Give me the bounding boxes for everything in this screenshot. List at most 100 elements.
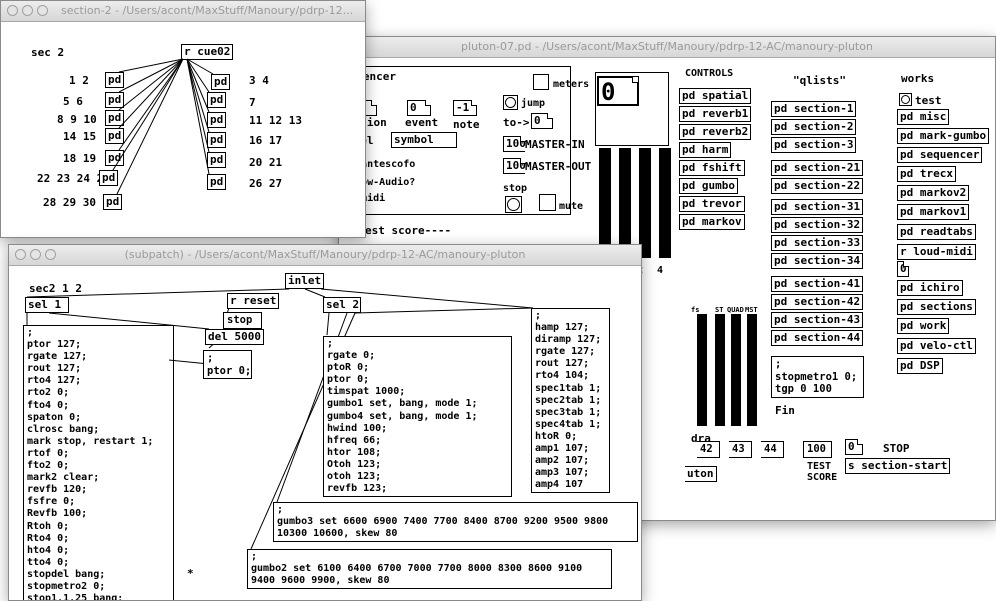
stop-message[interactable]: stop (223, 312, 262, 329)
pd-section-42[interactable]: pd section-42 (771, 294, 864, 310)
test-score-comment: est score---- (365, 224, 452, 237)
pd-work[interactable]: pd work (897, 318, 950, 334)
r-reset-object[interactable]: r reset (227, 293, 280, 309)
pd-ichiro[interactable]: pd ichiro (897, 280, 963, 296)
meters-toggle[interactable] (533, 74, 549, 90)
patch-cords (112, 58, 214, 195)
inlet-object[interactable]: inlet (285, 273, 325, 289)
gumbo2-message[interactable]: ; gumbo2 set 6100 6400 6700 7000 7700 80… (247, 549, 612, 590)
stopmetro-message[interactable]: ; stopmetro1 0; tgp 0 100 (771, 356, 864, 398)
asco-meter-3 (659, 148, 671, 258)
test-bang[interactable] (899, 93, 912, 106)
pd-readtabs[interactable]: pd readtabs (897, 224, 976, 240)
s-section-start[interactable]: s section-start (845, 458, 951, 474)
msg-43[interactable]: 43 (729, 441, 752, 458)
asco-meter-2 (639, 148, 651, 258)
subpatch-window[interactable]: (subpatch) - /Users/acont/MaxStuff/Manou… (8, 244, 642, 601)
stop-comment: STOP (883, 442, 910, 455)
asco-meter-1 (619, 148, 631, 258)
note-label: note (453, 118, 480, 131)
gumbo3-message[interactable]: ; gumbo3 set 6600 6900 7400 7700 8400 87… (273, 502, 638, 543)
sel-1-object[interactable]: sel 1 (25, 297, 69, 313)
ptor-0-message[interactable]: ; ptor 0; (203, 350, 252, 379)
pd-section-21[interactable]: pd section-21 (771, 160, 864, 176)
pd-section-32[interactable]: pd section-32 (771, 217, 864, 233)
pd-gumbo[interactable]: pd gumbo (679, 178, 738, 194)
pd-markov[interactable]: pd markov (679, 214, 745, 230)
msg-44[interactable]: 44 (761, 441, 784, 458)
pd-reverb1[interactable]: pd reverb1 (679, 106, 752, 122)
test-score-label: TEST SCORE (807, 461, 838, 483)
out-meter-3 (731, 314, 741, 426)
stop-number[interactable]: 0 (845, 439, 863, 455)
section-message-box[interactable]: ; rgate 0; ptoR 0; ptor 0; timspat 1000;… (323, 336, 512, 498)
jump-bang[interactable] (503, 95, 518, 110)
mute-label: mute (559, 201, 584, 212)
out-meter-2 (715, 314, 725, 426)
master-out-label: MASTER-OUT (525, 160, 592, 173)
pd-section-2[interactable]: pd section-2 (771, 119, 857, 135)
section2-titlebar[interactable]: section-2 - /Users/acont/MaxStuff/Manour… (1, 1, 365, 22)
section2-canvas[interactable]: sec 2 r cue02 1 2 5 6 8 9 10 14 15 18 19… (1, 22, 365, 237)
works-heading: works (901, 72, 935, 85)
amp-message-box[interactable]: ; hamp 127; diramp 127; rgate 127; rout … (531, 308, 610, 494)
pd-section-3[interactable]: pd section-3 (771, 137, 857, 153)
reset-message-box[interactable]: ; ptor 127; rgate 127; rout 127; rto4 12… (23, 325, 174, 600)
pd-section-34[interactable]: pd section-34 (771, 253, 864, 269)
pd-reverb2[interactable]: pd reverb2 (679, 124, 752, 140)
section2-window[interactable]: section-2 - /Users/acont/MaxStuff/Manour… (0, 0, 366, 238)
pd-spatial[interactable]: pd spatial (679, 88, 752, 104)
pd-trevor[interactable]: pd trevor (679, 196, 745, 212)
master-in-number[interactable]: 100 (503, 136, 526, 152)
out-meter-4 (747, 314, 757, 426)
zoom-window-icon[interactable] (37, 5, 48, 16)
mute-toggle[interactable] (539, 194, 556, 211)
pd-fshift[interactable]: pd fshift (679, 160, 745, 176)
fin-label: Fin (775, 404, 795, 417)
pd-markov1[interactable]: pd markov1 (897, 204, 970, 220)
pd-section-43[interactable]: pd section-43 (771, 312, 864, 328)
pd-sections[interactable]: pd sections (897, 299, 976, 315)
uton-box[interactable]: uton (685, 466, 717, 482)
pd-misc[interactable]: pd misc (897, 109, 950, 125)
subpatch-titlebar[interactable]: (subpatch) - /Users/acont/MaxStuff/Manou… (9, 245, 641, 266)
pd-trecx[interactable]: pd trecx (897, 166, 956, 182)
window-title: pluton-07.pd - /Users/acont/MaxStuff/Man… (461, 40, 873, 53)
stop-bang[interactable] (505, 196, 522, 213)
r-loud-midi[interactable]: r loud-midi (897, 244, 976, 260)
loud-midi-number[interactable]: 0 (897, 261, 909, 277)
subpatch-canvas[interactable]: sec2 1 2 inlet sel 1 r reset sel 2 stop … (9, 266, 641, 600)
window-title: (subpatch) - /Users/acont/MaxStuff/Manou… (124, 248, 526, 261)
qlists-heading: "qlists" (793, 74, 846, 87)
asterisk-comment: * (187, 567, 194, 580)
pd-mark-gumbo[interactable]: pd mark-gumbo (897, 128, 990, 144)
master-in-label: MASTER-IN (525, 138, 585, 151)
score-number-box[interactable]: 0 (597, 76, 639, 106)
pd-section-22[interactable]: pd section-22 (771, 178, 864, 194)
close-window-icon[interactable] (7, 5, 18, 16)
to-number-box[interactable]: 0 (531, 113, 553, 129)
sel-2-object[interactable]: sel 2 (323, 297, 361, 313)
label-symbol-box[interactable]: symbol (391, 132, 457, 148)
pd-section-31[interactable]: pd section-31 (771, 199, 864, 215)
pd-section-41[interactable]: pd section-41 (771, 276, 864, 292)
pluton-titlebar[interactable]: pluton-07.pd - /Users/acont/MaxStuff/Man… (339, 37, 995, 58)
msg-42[interactable]: 42 (697, 441, 720, 458)
pd-harm[interactable]: pd harm (679, 142, 732, 158)
pd-section-1[interactable]: pd section-1 (771, 101, 857, 117)
master-out-number[interactable]: 100 (503, 158, 526, 174)
pd-section-33[interactable]: pd section-33 (771, 235, 864, 251)
out-meter-1 (697, 314, 707, 426)
pd-velo-ctl[interactable]: pd velo-ctl (897, 338, 976, 354)
pd-dsp[interactable]: pd DSP (897, 358, 943, 374)
del-5000-object[interactable]: del 5000 (205, 329, 264, 345)
sec2-label: sec2 1 2 (29, 282, 82, 295)
event-number-box[interactable]: 0 (407, 100, 431, 116)
note-number-box[interactable]: -1 (453, 100, 477, 116)
pd-section-44[interactable]: pd section-44 (771, 330, 864, 346)
pd-sequencer[interactable]: pd sequencer (897, 147, 983, 163)
test-score-msg[interactable]: 100 (803, 441, 832, 458)
stop-label: stop (503, 183, 528, 194)
minimize-window-icon[interactable] (22, 5, 33, 16)
pd-markov2[interactable]: pd markov2 (897, 185, 970, 201)
